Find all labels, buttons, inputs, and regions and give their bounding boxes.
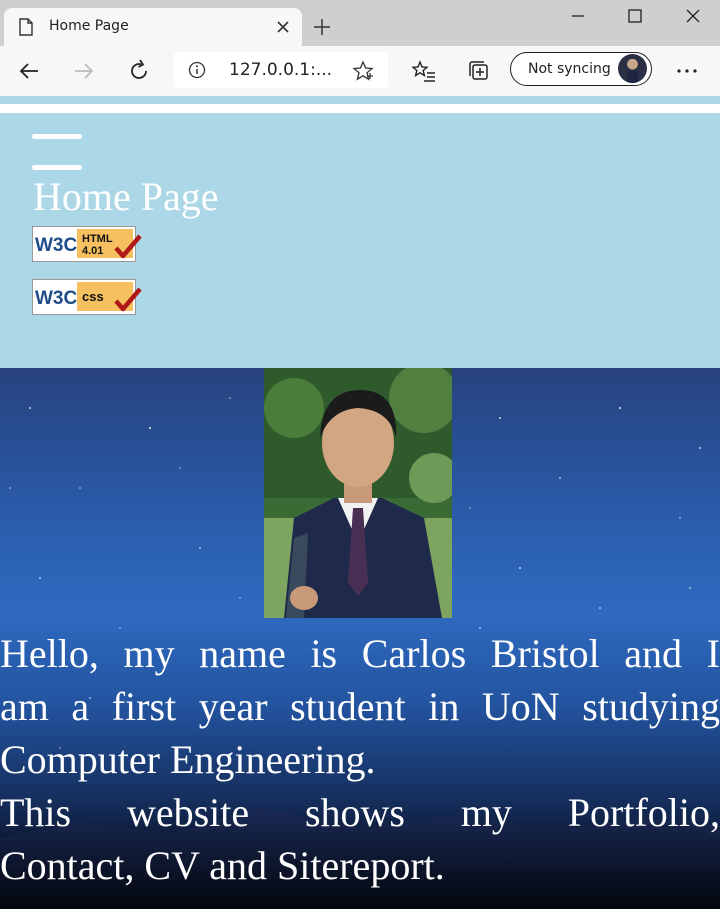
maximize-icon[interactable] [625,6,645,26]
top-strip [0,96,720,104]
info-icon[interactable] [188,61,206,79]
new-tab-plus-icon[interactable] [312,17,332,37]
svg-text:4.01: 4.01 [82,245,103,257]
w3c-css-badge[interactable]: W3C css [32,279,142,319]
badge-left-text: W3C [35,288,78,309]
star-icon[interactable] [352,60,374,82]
intro-line: Contact, CV and Sitereport. [0,843,445,888]
back-arrow-icon[interactable] [16,58,42,84]
sync-label: Not syncing [528,61,611,77]
badge-left-text: W3C [35,235,78,256]
page-title: Home Page [33,174,219,219]
svg-text:HTML: HTML [82,233,113,245]
page-header: Home Page W3C HTML 4.01 W3C css [0,113,720,368]
intro-line: Computer Engineering. [0,737,376,782]
address-bar[interactable]: 127.0.0.1:... [174,52,388,88]
more-icon[interactable] [674,58,700,84]
profile-photo [264,368,452,618]
menu-icon[interactable] [32,134,82,172]
refresh-icon[interactable] [126,58,152,84]
page-icon [19,18,33,36]
avatar [618,54,647,83]
page-viewport: Home Page W3C HTML 4.01 W3C css Hello, m… [0,96,720,909]
forward-arrow-icon[interactable] [71,58,97,84]
browser-toolbar: 127.0.0.1:... Not syncing [0,46,720,96]
minimize-icon[interactable] [568,6,588,26]
w3c-html-badge[interactable]: W3C HTML 4.01 [32,226,142,266]
address-text[interactable]: 127.0.0.1:... [229,60,332,80]
intro-text: Hello, my name is Carlos Bristol and I a… [0,627,720,892]
profile-sync-button[interactable]: Not syncing [510,52,652,86]
close-icon[interactable] [275,19,291,35]
intro-line: This website shows my Portfolio, [0,790,720,835]
close-window-icon[interactable] [683,6,703,26]
tab-title: Home Page [49,18,129,34]
menu-bar [32,134,82,139]
hero-section: Hello, my name is Carlos Bristol and I a… [0,368,720,909]
browser-tab[interactable]: Home Page [4,8,302,46]
favorites-list-icon[interactable] [411,58,437,84]
intro-line: am a first year student in UoN studying [0,684,720,729]
intro-line: Hello, my name is Carlos Bristol and I [0,631,720,676]
badge-right-text: css [82,289,104,304]
tab-strip: Home Page [0,0,720,46]
menu-bar [32,165,82,170]
collections-icon[interactable] [466,58,492,84]
